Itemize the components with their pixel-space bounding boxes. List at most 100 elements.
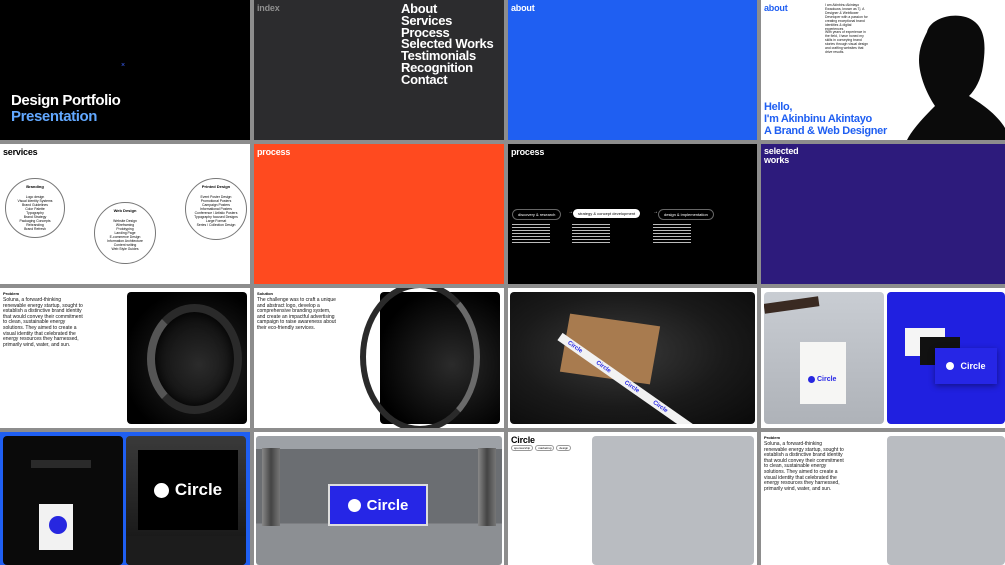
slide-solution[interactable]: Solution The challenge was to craft a un… (254, 288, 504, 428)
arm (764, 296, 820, 314)
greeting-line3: A Brand & Web Designer (764, 125, 887, 137)
web-title: Web Design (113, 208, 137, 213)
tag-sponsorship[interactable]: sponsorship (511, 445, 534, 451)
slide-problem-2[interactable]: Problem Soluna, a forward-thinking renew… (761, 432, 1005, 565)
abstract-image (360, 288, 500, 428)
slide-about-portrait[interactable]: about I am Akinbinu Akintayo Ewaoluwa, k… (761, 0, 1005, 140)
abstract-ring (147, 304, 242, 414)
greeting-line1: Hello, (764, 101, 793, 113)
slide-label: process (511, 147, 545, 157)
slide-billboard[interactable]: Circle (254, 432, 504, 565)
tag-marketing[interactable]: marketing (535, 445, 555, 451)
index-item-contact[interactable]: Contact (401, 73, 493, 86)
drone (31, 460, 91, 468)
step-desc-3 (653, 224, 691, 244)
bag-logo: Circle (817, 376, 837, 383)
card-blue: Circle (935, 348, 997, 384)
index-list: About Services Process Selected Works Te… (401, 2, 494, 86)
laptop-logo: Circle (153, 480, 223, 500)
case-tags: sponsorship marketing design (511, 445, 572, 451)
bio-text-2: With years of experience in the field, I… (825, 30, 868, 54)
slide-cover[interactable]: × Design Portfolio Presentation (0, 0, 250, 140)
cover-title-line1: Design Portfolio (11, 92, 121, 109)
case-image-placeholder (887, 436, 1005, 565)
drone-photo (3, 436, 123, 565)
tape-logo: Circle (651, 399, 669, 414)
circle-logo-dot (347, 498, 361, 512)
branding-list: Logo design Visual Identity Systems Bran… (5, 195, 65, 231)
column-left (262, 448, 280, 526)
service-item: Series / Collection Design (196, 223, 236, 227)
web-block: Web Design Website Design Wireframing Pr… (94, 208, 156, 251)
slide-label: index (257, 3, 280, 13)
cover-title-line2: Presentation (11, 108, 98, 125)
web-list: Website Design Wireframing Prototyping L… (94, 219, 156, 251)
slide-process-orange[interactable]: process (254, 144, 504, 284)
slide-about-blue[interactable]: about (508, 0, 757, 140)
slide-selected-works[interactable]: selected works (761, 144, 1005, 284)
slide-label: about (511, 3, 535, 13)
laptop-logo-text: Circle (174, 480, 223, 499)
problem-text: Soluna, a forward-thinking renewable ene… (3, 297, 83, 348)
slide-index[interactable]: index About Services Process Selected Wo… (254, 0, 504, 140)
service-item: Brand Refresh (24, 227, 46, 231)
step-discovery: discovery & research (512, 209, 562, 220)
branding-title: Branding (26, 184, 44, 189)
problem-text: Soluna, a forward-thinking renewable ene… (764, 441, 844, 492)
bio-text: I am Akinbinu Akintayo Ewaoluwa, known a… (825, 3, 868, 31)
step-desc-1 (512, 224, 550, 244)
marker-icon: × (121, 62, 126, 69)
column-right (478, 448, 496, 526)
slide-problem[interactable]: Problem Soluna, a forward-thinking renew… (0, 288, 250, 428)
card-logo-text: Circle (960, 361, 986, 371)
abstract-image (127, 292, 247, 424)
branding-block: Branding Logo design Visual Identity Sys… (5, 184, 65, 231)
circle-logo-dot (153, 482, 169, 498)
print-list: Event Poster Design Promotional Posters … (183, 195, 249, 227)
circle-logo-dot (808, 376, 815, 383)
case-image-placeholder (592, 436, 754, 565)
billboard-sign: Circle (328, 484, 428, 526)
circle-logo-dot (946, 362, 955, 370)
case-title: Circle (511, 435, 535, 445)
box-photo: Circle Circle Circle Circle (510, 292, 755, 424)
label-line2: works (764, 155, 790, 165)
laptop-photo: Circle (126, 436, 246, 565)
tote-bag (39, 504, 73, 550)
slide-box-mockup[interactable]: Circle Circle Circle Circle (508, 288, 757, 428)
card-logo: Circle (946, 361, 986, 371)
circle-logo-dot (49, 516, 67, 534)
slide-grid: × Design Portfolio Presentation index Ab… (0, 0, 1005, 565)
service-item: Web Style Guides (111, 247, 139, 251)
slide-label: Problem (3, 291, 20, 296)
laptop-base (126, 536, 246, 565)
building-photo: Circle (256, 436, 502, 565)
slide-label: Solution (257, 291, 273, 296)
print-block: Printed Design Event Poster Design Promo… (183, 184, 249, 227)
portrait-image (907, 15, 1005, 140)
slide-label: selected works (764, 147, 799, 165)
slide-label: services (3, 147, 38, 157)
billboard-logo-text: Circle (366, 496, 409, 514)
greeting-line2: I'm Akinbinu Akintayo (764, 113, 872, 125)
slide-label: about (764, 3, 788, 13)
bag-photo: Circle (764, 292, 884, 424)
slide-bag-card-mockup[interactable]: Circle Circle (761, 288, 1005, 428)
slide-label: process (257, 147, 291, 157)
abstract-ring (360, 288, 480, 428)
print-title: Printed Design (201, 184, 231, 189)
step-desc-2 (572, 224, 610, 244)
tag-design[interactable]: design (556, 445, 572, 451)
step-design: design & implementation (658, 209, 714, 220)
card-photo: Circle (887, 292, 1005, 424)
step-strategy: strategy & concept development (573, 209, 641, 218)
slide-drone-laptop[interactable]: Circle (0, 432, 250, 565)
solution-text: The challenge was to craft a unique and … (257, 297, 336, 331)
slide-circle-case[interactable]: Circle sponsorship marketing design (508, 432, 757, 565)
billboard-logo: Circle (347, 496, 409, 514)
greeting: Hello, I'm Akinbinu Akintayo A Brand & W… (764, 101, 887, 137)
slide-services[interactable]: services Branding Logo design Visual Ide… (0, 144, 250, 284)
slide-process-steps[interactable]: process discovery & research → strategy … (508, 144, 757, 284)
laptop-screen: Circle (138, 450, 238, 530)
tote-bag: Circle (800, 342, 846, 404)
